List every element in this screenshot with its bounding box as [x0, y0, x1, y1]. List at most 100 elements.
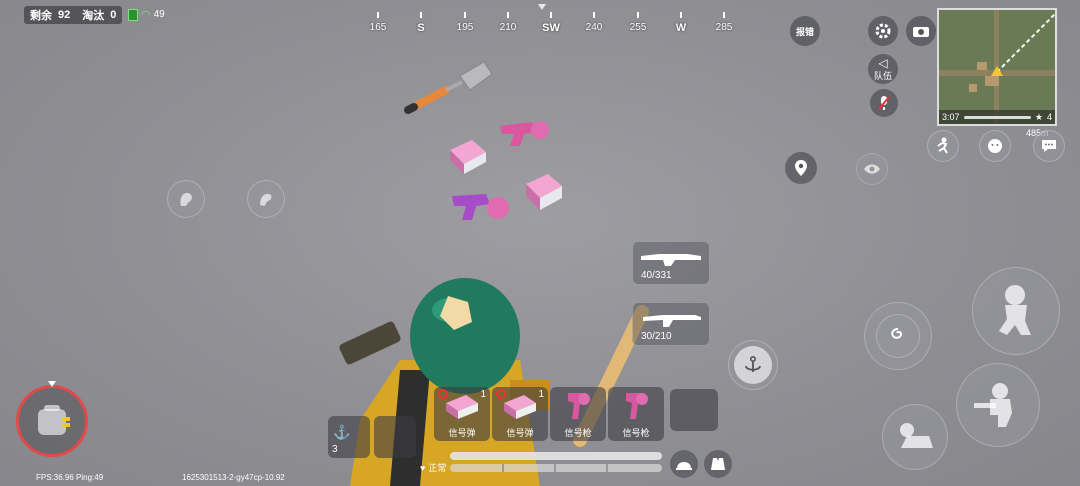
compass-tick — [680, 12, 682, 18]
aim-joystick[interactable] — [864, 302, 932, 370]
jumping-figure-icon — [999, 285, 1031, 335]
compass-tick — [377, 12, 379, 18]
compass-tick — [464, 12, 466, 18]
zone-timer-bar — [963, 115, 1031, 119]
report-button[interactable]: 报错 — [790, 16, 820, 46]
item-label: 信号弹 — [448, 428, 476, 438]
ammo-count: 30/210 — [641, 331, 672, 342]
team-voice-button[interactable]: ◁ 队伍 — [868, 54, 898, 84]
vest-icon — [711, 458, 725, 470]
item-count: 1 — [538, 389, 544, 400]
compass-tick — [637, 12, 639, 18]
chat-button[interactable] — [1033, 130, 1065, 162]
emote-button-2[interactable] — [247, 180, 285, 218]
anchor-item-slot[interactable]: ⚓ 3 — [328, 416, 370, 458]
compass-bar: 165 S 195 210 SW 240 255 W 285 — [360, 4, 740, 38]
free-look-button[interactable] — [856, 153, 888, 185]
travel-path-line — [991, 13, 1055, 76]
item-count: 1 — [480, 389, 486, 400]
jump-button[interactable] — [972, 267, 1060, 355]
vest-slot-button[interactable] — [704, 450, 732, 478]
fps-readout: FPS:36.96 Ping:49 — [36, 473, 104, 482]
flare-gun-icon — [568, 393, 590, 419]
ammo-count: 40/331 — [641, 270, 672, 281]
face-icon — [988, 139, 1002, 153]
compass-label: SW — [542, 22, 560, 34]
flare-box-loot-icon[interactable] — [446, 138, 490, 176]
ping-value: 49 — [153, 9, 165, 20]
flare-gun-icon — [626, 393, 648, 419]
chat-bubble-icon — [1042, 140, 1056, 152]
remaining-label: 剩余 — [30, 10, 52, 22]
match-time: 3:07 — [942, 112, 960, 122]
flare-gun-loot-icon[interactable] — [446, 186, 514, 224]
eye-icon — [864, 164, 880, 174]
item-label: 信号枪 — [564, 428, 592, 438]
spatula-loot-icon[interactable] — [400, 56, 500, 118]
quick-item-slot[interactable]: 信号枪 — [550, 387, 606, 441]
empty-item-slot[interactable] — [374, 416, 416, 458]
item-label: 信号弹 — [506, 428, 534, 438]
heart-icon: ♥ — [420, 462, 426, 473]
minimap[interactable]: 3:07 ★ 4 — [937, 8, 1057, 126]
settings-button[interactable] — [868, 16, 898, 46]
flare-box-loot-icon[interactable] — [522, 172, 566, 212]
compass-label: 195 — [456, 22, 474, 33]
camera-button[interactable] — [906, 16, 936, 46]
helmet-slot-button[interactable] — [670, 450, 698, 478]
quick-item-slot[interactable]: 信号枪 — [608, 387, 664, 441]
compass-tick — [507, 12, 509, 18]
flare-gun-loot-icon[interactable] — [496, 116, 556, 150]
anchor-icon — [745, 355, 761, 372]
compass-label: 165 — [369, 22, 387, 33]
location-pin-icon — [795, 160, 807, 176]
energy-bar — [450, 464, 662, 472]
map-marker-button[interactable] — [785, 152, 817, 184]
aim-joystick-knob[interactable] — [876, 314, 920, 358]
shooting-figure-icon — [974, 383, 1012, 427]
helmet-icon — [676, 462, 692, 470]
backpack-button[interactable] — [16, 385, 88, 457]
anchor-icon: ⚓ — [333, 424, 351, 440]
report-label: 报错 — [795, 26, 814, 37]
compass-tick — [420, 12, 422, 18]
backpack-indicator-icon — [48, 381, 56, 387]
weapon-slot-primary[interactable]: 40/331 — [632, 241, 710, 285]
network-status: ◠ 49 — [128, 8, 165, 21]
speaker-icon: ◁ — [878, 55, 888, 70]
quick-item-slot[interactable]: 1 信号弹 — [434, 387, 490, 441]
crouch-button[interactable] — [882, 404, 948, 470]
empty-item-slot[interactable] — [670, 389, 718, 431]
match-status-box: 剩余 92 淘汰 0 — [24, 6, 123, 24]
anchor-skill-button[interactable] — [728, 340, 778, 390]
eliminated-label: 淘汰 — [82, 10, 105, 22]
health-status: ♥ 正常 — [420, 461, 446, 474]
compass-tick — [593, 12, 595, 18]
emote-face-button[interactable] — [979, 130, 1011, 162]
build-id: 1625301513-2-gy47cp-10.92 — [182, 473, 285, 482]
mic-button[interactable] — [870, 89, 898, 117]
emote-button-1[interactable] — [167, 180, 205, 218]
compass-tick — [723, 12, 725, 18]
anchor-skill-inner — [734, 346, 772, 384]
quick-item-slot[interactable]: 1 信号弹 — [492, 387, 548, 441]
flare-box-icon — [446, 395, 478, 419]
compass-tick — [550, 12, 552, 18]
eliminated-count: 0 — [110, 9, 117, 21]
weapon-slot-secondary[interactable]: 30/210 — [632, 302, 710, 346]
rifle-icon — [641, 254, 701, 266]
smg-icon — [643, 315, 701, 327]
item-label: 信号枪 — [622, 428, 650, 438]
teammate-action-button[interactable] — [927, 130, 959, 162]
health-status-label: 正常 — [428, 463, 447, 473]
no-entry-icon — [496, 389, 506, 399]
camera-icon — [913, 27, 929, 37]
emote-icon — [180, 192, 192, 206]
compass-label: 285 — [715, 22, 733, 33]
gear-icon — [875, 23, 891, 39]
compass-label: 210 — [499, 22, 517, 33]
fire-button[interactable] — [956, 363, 1040, 447]
mic-muted-icon — [878, 96, 890, 110]
compass-pointer-icon — [538, 4, 546, 10]
compass-label: W — [675, 22, 687, 34]
